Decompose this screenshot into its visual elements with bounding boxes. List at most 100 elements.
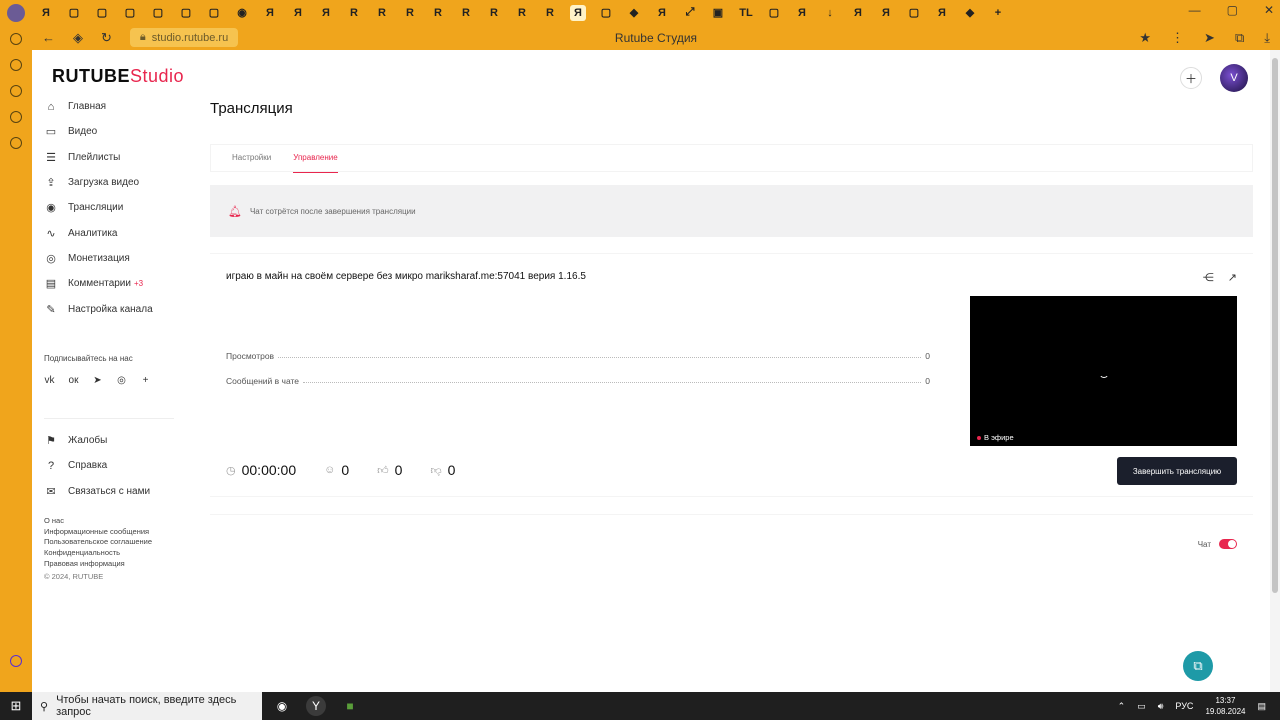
sidebar-item-2[interactable]: ☰ Плейлисты — [32, 145, 177, 170]
sidebar-item-1[interactable]: ▭ Видео — [32, 119, 177, 144]
sidebar-secondary-item-2[interactable]: ✉ Связаться с нами — [32, 479, 177, 504]
browser-tab-icon[interactable]: ▢ — [66, 5, 82, 21]
sidebar-item-5[interactable]: ∿ Аналитика — [32, 220, 177, 245]
stream-preview-player[interactable]: В эфире — [970, 296, 1237, 446]
support-chat-icon[interactable]: ⧉ — [1183, 651, 1213, 681]
close-icon[interactable]: ✕ — [1264, 3, 1274, 17]
end-stream-button[interactable]: Завершить трансляцию — [1117, 457, 1237, 485]
minecraft-icon[interactable]: ■ — [340, 696, 360, 716]
rail-icon[interactable] — [10, 111, 22, 123]
social-0-icon[interactable]: vk — [44, 375, 55, 386]
browser-tab-icon[interactable]: Я — [934, 5, 950, 21]
clock[interactable]: 13:37 19.08.2024 — [1205, 695, 1245, 717]
browser-tab-icon[interactable]: Я — [38, 5, 54, 21]
download-icon[interactable]: ⤓ — [1264, 30, 1270, 46]
taskbar-search[interactable]: ⚲ Чтобы начать поиск, введите здесь запр… — [32, 692, 262, 720]
language-indicator[interactable]: РУС — [1175, 701, 1193, 711]
browser-tab-icon[interactable]: ◆ — [626, 5, 642, 21]
sidebar-item-0[interactable]: ⌂ Главная — [32, 94, 177, 119]
social-3-icon[interactable]: ◎ — [116, 375, 127, 386]
external-link-icon[interactable]: ↗ — [1228, 271, 1237, 284]
brand-logo[interactable]: RUTUBEStudio — [52, 66, 184, 87]
sidebar-item-7[interactable]: ▤ Комментарии +3 — [32, 271, 177, 296]
minimize-icon[interactable]: — — [1189, 3, 1201, 17]
browser-tab-icon[interactable]: ▢ — [598, 5, 614, 21]
obs-icon[interactable]: ◉ — [272, 696, 292, 716]
extensions-icon[interactable]: ⧉ — [1235, 30, 1244, 46]
browser-tab-icon[interactable]: + — [990, 5, 1006, 21]
browser-tab-icon[interactable]: ▢ — [122, 5, 138, 21]
social-2-icon[interactable]: ➤ — [92, 375, 103, 386]
tab-settings[interactable]: Настройки — [232, 153, 271, 173]
browser-tab-icon[interactable]: R — [430, 5, 446, 21]
menu-dots-icon[interactable]: ⋮ — [1171, 30, 1184, 46]
browser-logo[interactable] — [0, 0, 32, 25]
social-4-icon[interactable]: + — [140, 375, 151, 386]
browser-tab-icon[interactable]: R — [346, 5, 362, 21]
windows-start-icon[interactable]: ⊞ — [0, 698, 32, 714]
browser-tab-icon[interactable]: R — [486, 5, 502, 21]
cursor-icon[interactable]: ➤ — [1204, 30, 1215, 46]
browser-tab-icon[interactable]: Я — [850, 5, 866, 21]
sidebar-item-3[interactable]: ⇪ Загрузка видео — [32, 170, 177, 195]
browser-tab-icon[interactable]: Я — [290, 5, 306, 21]
reload-icon[interactable]: ↻ — [101, 30, 112, 46]
browser-tab-icon[interactable]: Я — [878, 5, 894, 21]
sidebar-item-4[interactable]: ◉ Трансляции — [32, 195, 177, 220]
stream-title: играю в майн на своём сервере без микро … — [226, 271, 586, 282]
browser-tab-icon[interactable]: R — [374, 5, 390, 21]
browser-tab-icon[interactable]: ▢ — [178, 5, 194, 21]
browser-tab-icon[interactable]: TL — [738, 5, 754, 21]
browser-tab-icon[interactable]: ◆ — [962, 5, 978, 21]
browser-tab-icon[interactable]: ▢ — [766, 5, 782, 21]
browser-tab-icon[interactable]: ▢ — [906, 5, 922, 21]
browser-tab-icon[interactable]: R — [514, 5, 530, 21]
tab-management[interactable]: Управление — [293, 153, 338, 173]
browser-tab-icon[interactable]: ▢ — [206, 5, 222, 21]
browser-tab-icon[interactable]: ⤢ — [682, 5, 698, 21]
browser-tab-icon[interactable]: R — [542, 5, 558, 21]
chat-switch[interactable] — [1219, 539, 1237, 549]
browser-tab-icon[interactable]: ↓ — [822, 5, 838, 21]
sidebar-secondary-item-0[interactable]: ⚑ Жалобы — [32, 428, 177, 453]
page-scrollbar[interactable] — [1270, 50, 1280, 692]
social-1-icon[interactable]: ок — [68, 375, 79, 386]
footer-link[interactable]: Конфиденциальность — [44, 548, 152, 559]
shield-icon[interactable]: ◈ — [73, 30, 83, 46]
rail-icon[interactable] — [10, 85, 22, 97]
url-text: studio.rutube.ru — [151, 31, 229, 44]
tray-chevron-icon[interactable]: ⌃ — [1118, 701, 1126, 712]
maximize-icon[interactable]: ▢ — [1227, 3, 1238, 17]
browser-tab-icon[interactable]: ▢ — [150, 5, 166, 21]
volume-icon[interactable]: 🔊︎ — [1158, 701, 1164, 712]
footer-link[interactable]: Правовая информация — [44, 559, 152, 570]
share-icon[interactable]: ⋲ — [1203, 271, 1214, 284]
browser-tab-icon[interactable]: Я — [318, 5, 334, 21]
browser-tab-icon[interactable]: R — [402, 5, 418, 21]
browser-tab-icon[interactable]: R — [458, 5, 474, 21]
footer-link[interactable]: Информационные сообщения — [44, 527, 152, 538]
notifications-icon[interactable]: ▤ — [1257, 701, 1266, 712]
sidebar-item-6[interactable]: ◎ Монетизация — [32, 246, 177, 271]
back-icon[interactable]: ← — [42, 30, 55, 46]
url-field[interactable]: 🔒︎ studio.rutube.ru — [129, 28, 239, 47]
alice-icon[interactable] — [10, 655, 22, 667]
rail-icon[interactable] — [10, 137, 22, 149]
browser-tab-icon[interactable]: Я — [654, 5, 670, 21]
sidebar-secondary-item-1[interactable]: ? Справка — [32, 453, 177, 478]
browser-tab-icon[interactable]: ◉ — [234, 5, 250, 21]
yandex-browser-icon[interactable]: Y — [306, 696, 326, 716]
bookmark-icon[interactable]: ★ — [1139, 30, 1151, 46]
history-icon[interactable] — [10, 33, 22, 45]
browser-tab-icon[interactable]: ▣ — [710, 5, 726, 21]
footer-link[interactable]: Пользовательское соглашение — [44, 537, 152, 548]
footer-link[interactable]: О нас — [44, 516, 152, 527]
network-icon[interactable]: ▭ — [1137, 701, 1146, 712]
chat-toggle[interactable]: Чат — [1198, 539, 1237, 549]
sidebar-item-8[interactable]: ✎ Настройка канала — [32, 296, 177, 321]
rail-icon[interactable] — [10, 59, 22, 71]
browser-tab-icon[interactable]: Я — [794, 5, 810, 21]
browser-tab-icon[interactable]: Я — [570, 4, 586, 21]
browser-tab-icon[interactable]: ▢ — [94, 5, 110, 21]
browser-tab-icon[interactable]: Я — [262, 5, 278, 21]
